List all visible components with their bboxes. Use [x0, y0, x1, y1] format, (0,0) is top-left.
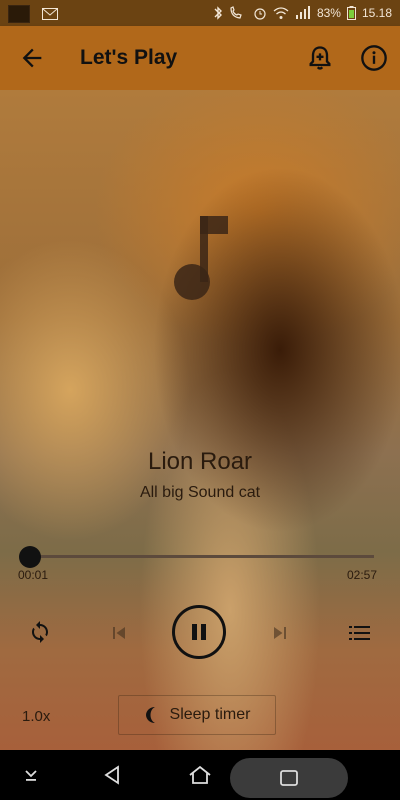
info-icon[interactable]	[360, 44, 388, 72]
skip-previous-icon[interactable]	[107, 621, 131, 645]
queue-list-icon[interactable]	[348, 622, 372, 644]
track-artist: All big Sound cat	[139, 484, 261, 501]
pause-button[interactable]	[172, 605, 226, 659]
status-bar: 83% 15.18	[0, 0, 400, 26]
battery-percent: 83%	[316, 6, 341, 20]
page-title: Let's Play	[80, 46, 178, 69]
back-nav-icon[interactable]	[101, 764, 123, 786]
music-note-icon	[174, 216, 228, 300]
arrow-back-icon[interactable]	[18, 44, 46, 72]
system-nav-bar	[0, 750, 400, 800]
alarm-status-icon	[254, 8, 266, 20]
home-nav-icon[interactable]	[188, 764, 212, 786]
seek-bar[interactable]	[30, 555, 374, 558]
hide-nav-icon[interactable]	[22, 766, 40, 784]
total-duration: 02:57	[347, 568, 378, 582]
call-icon	[230, 6, 242, 19]
skip-next-icon[interactable]	[268, 621, 292, 645]
status-time: 15.18	[361, 6, 392, 20]
battery-icon	[346, 6, 356, 20]
app-thumbnail-icon	[8, 5, 30, 23]
wifi-icon	[273, 7, 289, 19]
status-right: 83% 15.18	[213, 6, 392, 20]
signal-icon	[295, 6, 310, 19]
recents-nav-icon	[280, 770, 298, 786]
sleep-timer-button[interactable]: Sleep timer	[118, 695, 276, 735]
email-icon	[42, 8, 58, 20]
status-left	[8, 5, 58, 23]
playback-speed[interactable]: 1.0x	[22, 708, 50, 725]
track-title: Lion Roar	[147, 448, 253, 475]
sleep-timer-label: Sleep timer	[169, 706, 251, 723]
recents-nav-pill[interactable]	[230, 758, 348, 798]
app-bar: Let's Play	[0, 26, 400, 90]
elapsed-time: 00:01	[18, 568, 49, 582]
pause-icon	[192, 624, 206, 640]
seek-thumb[interactable]	[19, 546, 41, 568]
alarm-add-icon[interactable]	[306, 44, 334, 72]
repeat-icon[interactable]	[28, 620, 52, 644]
moon-icon	[145, 707, 155, 723]
bluetooth-icon	[214, 6, 222, 20]
